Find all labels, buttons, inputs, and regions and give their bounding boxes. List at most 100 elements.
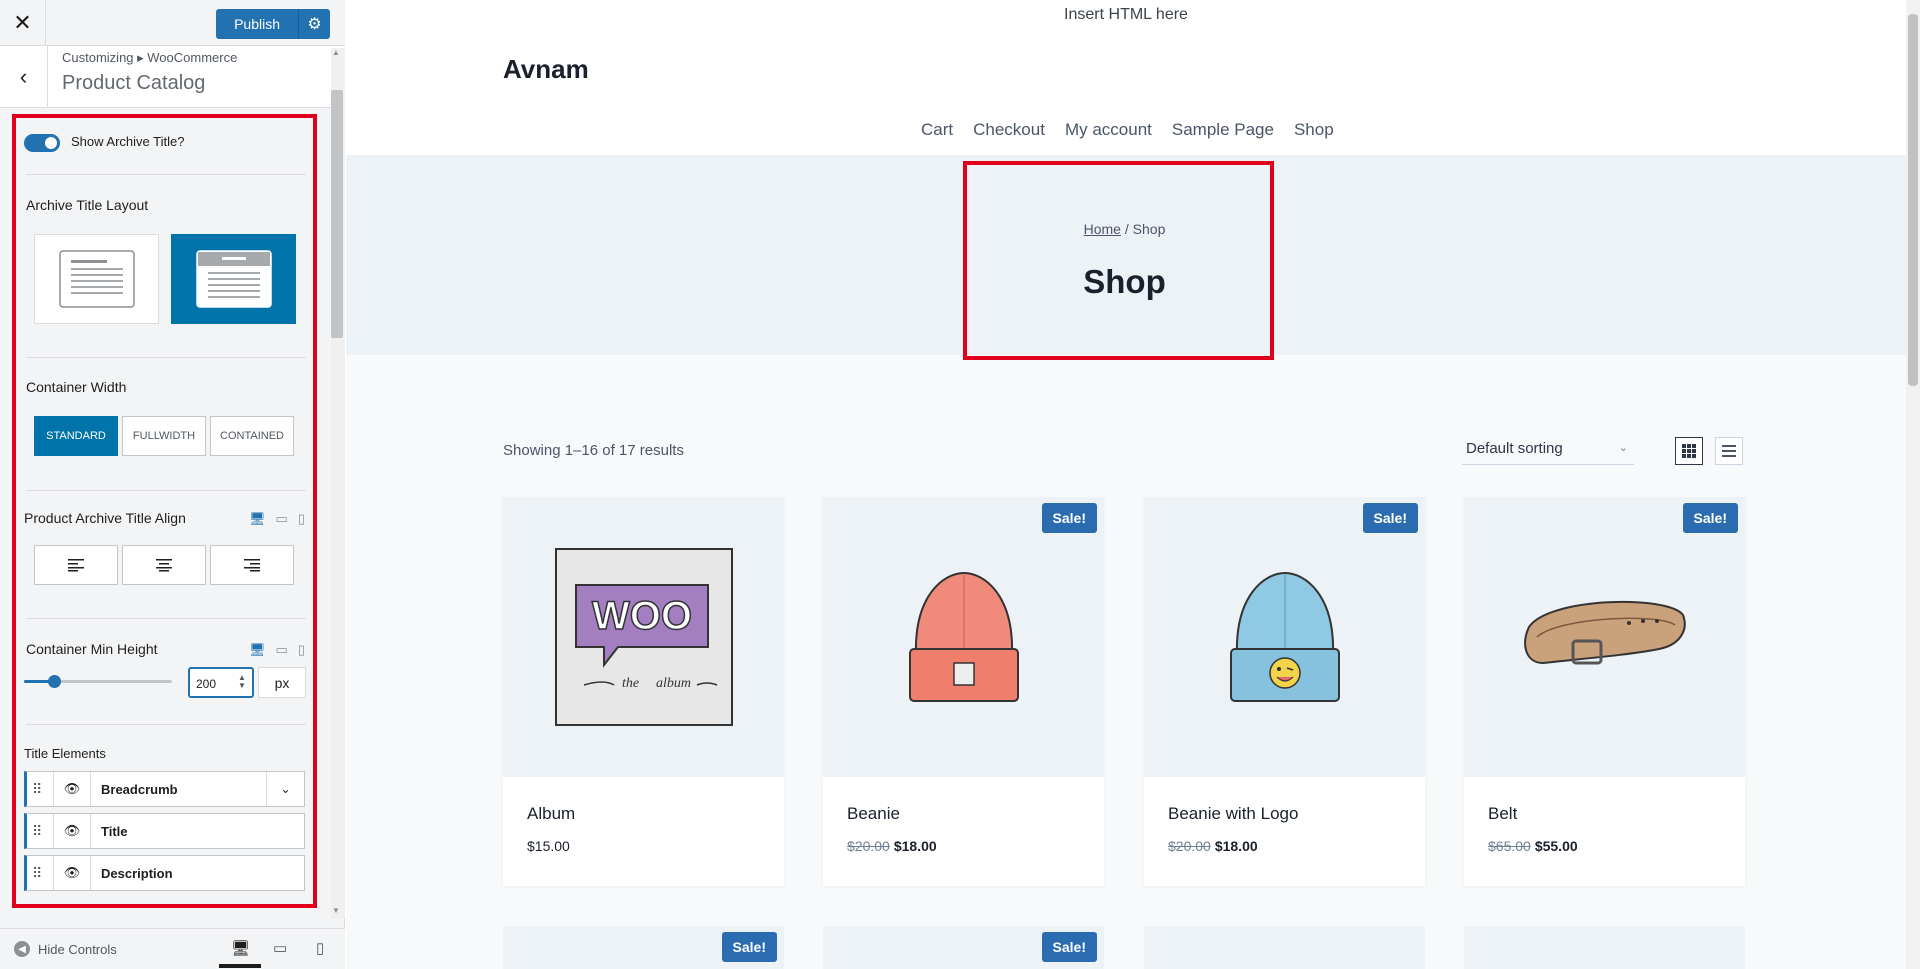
breadcrumb: Home / Shop (346, 221, 1903, 237)
width-standard-button[interactable]: STANDARD (34, 416, 118, 456)
header-html-placeholder: Insert HTML here (1064, 6, 1188, 23)
sale-badge: Sale! (721, 932, 777, 962)
container-width-label: Container Width (26, 379, 127, 395)
product-card[interactable] (1144, 926, 1425, 969)
preview-scroll-thumb[interactable] (1908, 14, 1918, 386)
layout-above-icon (195, 250, 272, 308)
price-current: $18.00 (1214, 838, 1258, 854)
price-current: $18.00 (893, 838, 937, 854)
title-element-title[interactable]: ⠿ 👁 Title (24, 813, 305, 849)
svg-text:the: the (622, 676, 639, 691)
section-header: ‹ Customizing ▸ WooCommerce Product Cata… (0, 46, 345, 108)
title-element-description[interactable]: ⠿ 👁 Description (24, 855, 305, 891)
customizer-topbar: ✕ Publish ⚙ (0, 0, 345, 46)
align-center-button[interactable] (122, 545, 206, 585)
mobile-icon[interactable]: ▯ (298, 511, 305, 527)
unit-selector[interactable]: px (258, 667, 306, 698)
scroll-down-icon[interactable]: ▼ (332, 906, 340, 915)
tablet-preview-icon[interactable]: ▭ (273, 939, 287, 957)
eye-icon[interactable]: 👁 (53, 814, 91, 848)
layout-option-above[interactable] (171, 234, 296, 324)
product-card[interactable]: WOO the album Album $15.00 (503, 497, 784, 886)
mobile-icon[interactable]: ▯ (298, 642, 305, 658)
divider (26, 724, 306, 725)
desktop-icon[interactable]: 🖥 (249, 511, 266, 527)
publish-group: Publish ⚙ (216, 9, 330, 39)
product-name[interactable]: Beanie (847, 804, 900, 824)
svg-text:WOO: WOO (592, 594, 692, 638)
product-name[interactable]: Belt (1488, 804, 1517, 824)
product-image[interactable] (1464, 497, 1745, 777)
align-right-button[interactable] (210, 545, 294, 585)
product-image[interactable]: WOO the album (503, 497, 784, 777)
chevron-down-icon[interactable]: ⌄ (266, 772, 304, 806)
nav-item-checkout[interactable]: Checkout (973, 120, 1045, 140)
product-card[interactable]: Sale! (503, 926, 784, 969)
product-image[interactable] (1144, 497, 1425, 777)
tablet-icon[interactable]: ▭ (276, 511, 288, 527)
desktop-preview-icon[interactable]: 🖥 (231, 939, 250, 957)
desktop-icon[interactable]: 🖥 (249, 642, 266, 658)
grid-view-button[interactable] (1675, 437, 1703, 465)
sidebar-scroll-thumb[interactable] (331, 90, 343, 338)
page-title: Shop (1083, 263, 1166, 300)
list-view-button[interactable] (1715, 437, 1743, 465)
sorting-value: Default sorting (1466, 440, 1563, 457)
controls-panel: Show Archive Title? Archive Title Layout (12, 114, 317, 908)
sale-badge: Sale! (1362, 503, 1418, 533)
product-card[interactable] (1464, 926, 1745, 969)
eye-icon[interactable]: 👁 (53, 856, 91, 890)
price-regular: $20.00 (847, 838, 890, 854)
mobile-preview-icon[interactable]: ▯ (316, 939, 324, 957)
close-icon[interactable]: ✕ (0, 0, 46, 46)
nav-item-shop[interactable]: Shop (1294, 120, 1334, 140)
price-regular: $65.00 (1488, 838, 1531, 854)
customizer-sidebar: ✕ Publish ⚙ ‹ Customizing ▸ WooCommerce … (0, 0, 345, 969)
scroll-up-icon[interactable]: ▲ (332, 48, 340, 57)
drag-handle-icon[interactable]: ⠿ (32, 823, 42, 840)
align-left-button[interactable] (34, 545, 118, 585)
title-element-breadcrumb[interactable]: ⠿ 👁 Breadcrumb ⌄ (24, 771, 305, 807)
nav-item-sample-page[interactable]: Sample Page (1172, 120, 1274, 140)
nav-item-my-account[interactable]: My account (1065, 120, 1152, 140)
tablet-icon[interactable]: ▭ (276, 642, 288, 658)
nav-item-cart[interactable]: Cart (921, 120, 953, 140)
back-arrow-icon[interactable]: ‹ (0, 46, 48, 108)
product-card[interactable]: Sale! Beanie with Logo $20.00 $18.00 (1144, 497, 1425, 886)
product-name[interactable]: Album (527, 804, 575, 824)
customizer-breadcrumb: Customizing ▸ WooCommerce (62, 50, 238, 65)
sorting-select[interactable]: Default sorting ⌄ (1462, 435, 1634, 465)
product-price: $20.00 $18.00 (1168, 838, 1258, 854)
customizer-footer: ◀ Hide Controls 🖥 ▭ ▯ (0, 928, 345, 969)
drag-handle-icon[interactable]: ⠿ (32, 781, 42, 798)
site-preview: Insert HTML here Avnam Cart Checkout My … (346, 0, 1920, 969)
divider (26, 357, 306, 358)
show-archive-title-toggle[interactable] (24, 134, 60, 152)
site-title[interactable]: Avnam (503, 54, 589, 85)
drag-handle-icon[interactable]: ⠿ (32, 865, 42, 882)
title-element-label: Title (101, 824, 128, 839)
width-contained-button[interactable]: CONTAINED (210, 416, 294, 456)
product-image[interactable] (823, 497, 1104, 777)
product-name[interactable]: Beanie with Logo (1168, 804, 1298, 824)
grid-icon (1682, 444, 1696, 458)
result-count: Showing 1–16 of 17 results (503, 442, 684, 459)
width-fullwidth-button[interactable]: FULLWIDTH (122, 416, 206, 456)
chevron-down-icon: ⌄ (1618, 442, 1628, 454)
product-price: $20.00 $18.00 (847, 838, 937, 854)
archive-title-layout-label: Archive Title Layout (26, 197, 149, 213)
product-card[interactable]: Sale! (823, 926, 1104, 969)
hide-controls-button[interactable]: ◀ Hide Controls (14, 941, 117, 957)
gear-icon[interactable]: ⚙ (298, 9, 330, 39)
min-height-slider-handle[interactable] (47, 675, 61, 688)
product-card[interactable]: Sale! Belt $65.00 $55.00 (1464, 497, 1745, 886)
stepper-icon[interactable]: ▲ ▼ (238, 674, 246, 690)
eye-icon[interactable]: 👁 (53, 772, 91, 806)
sale-badge: Sale! (1041, 932, 1097, 962)
price-current: $15.00 (527, 838, 570, 854)
product-card[interactable]: Sale! Beanie $20.00 $18.00 (823, 497, 1104, 886)
breadcrumb-home-link[interactable]: Home (1084, 221, 1121, 237)
layout-option-inline[interactable] (34, 234, 159, 324)
publish-button[interactable]: Publish (216, 9, 298, 39)
show-archive-title-label: Show Archive Title? (71, 134, 185, 149)
